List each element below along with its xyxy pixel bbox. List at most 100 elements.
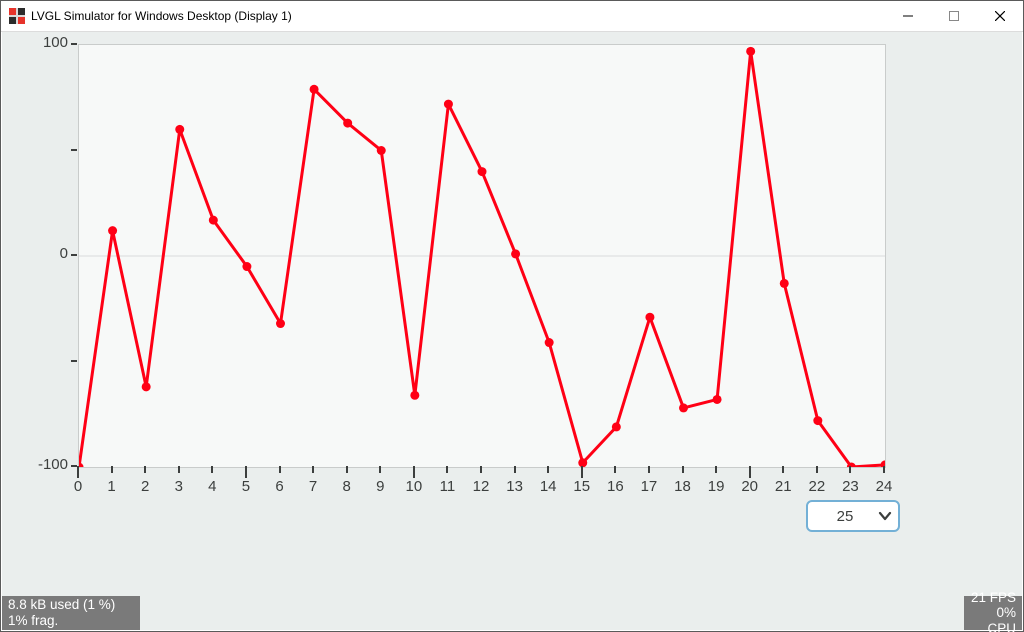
chevron-down-icon: [872, 509, 898, 523]
x-tick: [413, 466, 415, 478]
x-tick: [446, 466, 448, 473]
titlebar: LVGL Simulator for Windows Desktop (Disp…: [1, 1, 1023, 32]
x-tick: [715, 466, 717, 473]
x-axis-label: 6: [275, 478, 283, 495]
x-axis-label: 19: [708, 478, 725, 495]
x-tick: [648, 466, 650, 473]
x-axis-label: 4: [208, 478, 216, 495]
chart-point: [545, 338, 554, 347]
x-tick: [111, 466, 113, 473]
x-axis-label: 2: [141, 478, 149, 495]
x-axis-label: 11: [440, 478, 456, 495]
chart-point: [108, 226, 117, 235]
x-axis-label: 16: [607, 478, 624, 495]
chart-point: [612, 422, 621, 431]
chart-point: [444, 100, 453, 109]
x-axis-label: 8: [342, 478, 350, 495]
y-tick: [71, 254, 77, 256]
x-tick: [816, 466, 818, 473]
chart-point: [780, 279, 789, 288]
cpu-text: 0% CPU: [970, 605, 1016, 632]
chart-point: [813, 416, 822, 425]
chart-series-line: [79, 51, 885, 467]
chart-plot-area: [78, 44, 886, 468]
minimize-button[interactable]: [885, 1, 931, 31]
x-axis-label: 0: [74, 478, 82, 495]
window-title: LVGL Simulator for Windows Desktop (Disp…: [31, 9, 292, 23]
y-tick: [71, 360, 77, 362]
x-tick: [682, 466, 684, 473]
x-tick: [77, 466, 79, 478]
point-count-dropdown[interactable]: 25: [806, 500, 900, 532]
x-tick: [245, 466, 247, 478]
y-axis-label: -100: [20, 456, 68, 473]
x-tick: [279, 466, 281, 473]
x-axis-label: 1: [107, 478, 115, 495]
x-tick: [346, 466, 348, 473]
x-axis-label: 9: [376, 478, 384, 495]
chart-point: [310, 85, 319, 94]
x-tick: [849, 466, 851, 473]
x-tick: [480, 466, 482, 473]
chart-point: [79, 463, 84, 468]
chart-point: [410, 391, 419, 400]
maximize-button[interactable]: [931, 1, 977, 31]
x-tick: [749, 466, 751, 478]
perf-status-overlay: 21 FPS 0% CPU: [964, 596, 1022, 630]
content-area: 1000-10001234567891011121314151617181920…: [2, 32, 1022, 630]
x-axis-label: 10: [405, 478, 422, 495]
chart-point: [578, 458, 587, 467]
chart-point: [713, 395, 722, 404]
chart-point: [645, 313, 654, 322]
x-axis-label: 12: [473, 478, 490, 495]
x-axis-label: 18: [674, 478, 691, 495]
x-axis-label: 5: [242, 478, 250, 495]
x-axis-label: 20: [741, 478, 758, 495]
app-window: LVGL Simulator for Windows Desktop (Disp…: [0, 0, 1024, 632]
x-tick: [782, 466, 784, 473]
x-axis-label: 23: [842, 478, 859, 495]
close-button[interactable]: [977, 1, 1023, 31]
chart-point: [478, 167, 487, 176]
chart-point: [142, 382, 151, 391]
x-axis-label: 22: [808, 478, 825, 495]
x-axis-label: 17: [641, 478, 658, 495]
x-tick: [614, 466, 616, 473]
x-tick: [144, 466, 146, 473]
y-axis-label: 0: [20, 245, 68, 262]
chart-svg: [79, 45, 885, 467]
memory-status-overlay: 8.8 kB used (1 %) 1% frag.: [2, 596, 140, 630]
x-tick: [379, 466, 381, 473]
chart-point: [746, 47, 755, 56]
lvgl-app-icon: [9, 8, 25, 24]
x-tick: [581, 466, 583, 478]
x-axis-label: 14: [540, 478, 557, 495]
x-tick: [514, 466, 516, 473]
x-tick: [883, 466, 885, 473]
chart-point: [276, 319, 285, 328]
mem-used-text: 8.8 kB used (1 %): [8, 597, 134, 613]
x-axis-label: 13: [506, 478, 523, 495]
chart-point: [175, 125, 184, 134]
x-axis-label: 7: [309, 478, 317, 495]
x-axis-label: 24: [876, 478, 893, 495]
fps-text: 21 FPS: [971, 590, 1016, 606]
x-tick: [547, 466, 549, 473]
chart-point: [209, 216, 218, 225]
x-axis-label: 15: [573, 478, 590, 495]
dropdown-value: 25: [808, 508, 872, 525]
chart-point: [377, 146, 386, 155]
chart-point: [343, 119, 352, 128]
x-tick: [312, 466, 314, 473]
chart-point: [679, 403, 688, 412]
x-axis-label: 3: [175, 478, 183, 495]
y-tick: [71, 43, 77, 45]
y-axis-label: 100: [20, 34, 68, 51]
x-axis-label: 21: [775, 478, 792, 495]
x-tick: [211, 466, 213, 473]
y-tick: [71, 149, 77, 151]
chart-point: [242, 262, 251, 271]
x-tick: [178, 466, 180, 473]
chart-point: [511, 249, 520, 258]
mem-frag-text: 1% frag.: [8, 613, 134, 629]
